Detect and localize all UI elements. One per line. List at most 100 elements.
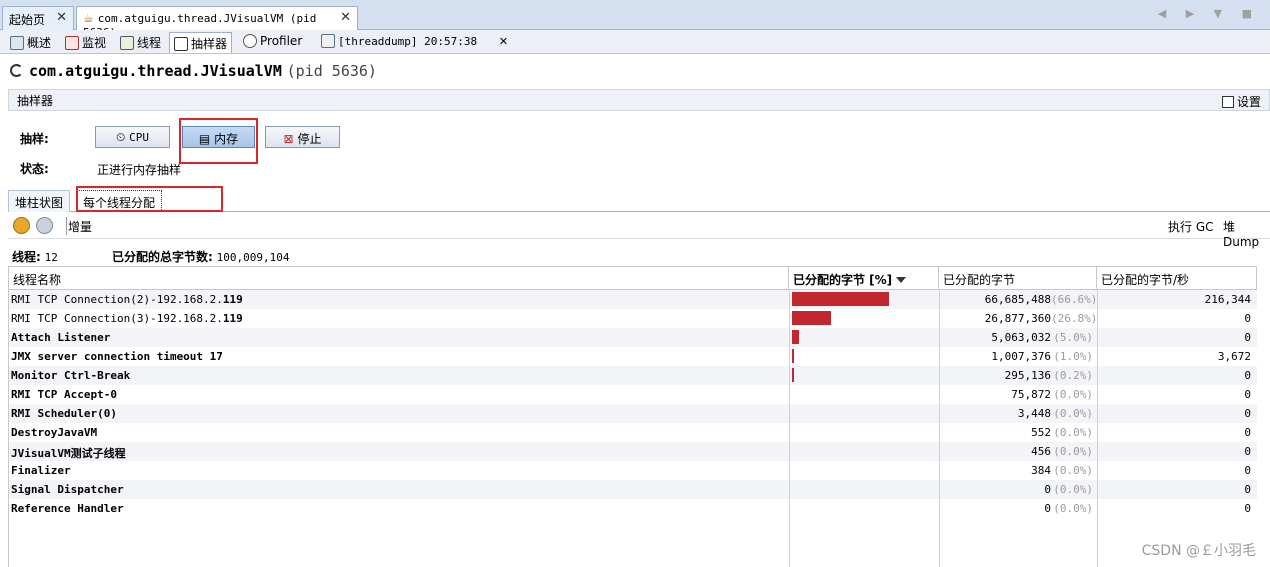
perform-gc-button[interactable]: 执行 GC (1168, 218, 1214, 235)
tab-threads[interactable]: 线程 (116, 32, 165, 53)
page-title: com.atguigu.thread.JVisualVM (pid 5636) (10, 62, 377, 80)
close-icon[interactable]: ✕ (56, 10, 67, 25)
thread-name-bold: JMX server connection timeout 17 (11, 350, 223, 363)
tab-overview[interactable]: 概述 (6, 32, 55, 53)
highlight-box-thread-alloc (76, 186, 223, 212)
allocation-table: 线程名称 已分配的字节 [%] 已分配的字节 已分配的字节/秒 RMI TCP … (8, 266, 1257, 567)
cpu-sample-button[interactable]: ⏲ CPU (95, 126, 170, 148)
table-row[interactable]: Finalizer 384 (0.0%) 0 (9, 461, 1257, 480)
threads-icon (120, 36, 134, 50)
header-label: 已分配的字节/秒 (1101, 273, 1190, 287)
thread-name-bold: 119 (222, 312, 243, 325)
section-label: 抽样器 (17, 94, 54, 108)
table-row[interactable]: Monitor Ctrl-Break 295,136 (0.2%) 0 (9, 366, 1257, 385)
table-body: RMI TCP Connection(2)-192.168.2.119 66,68… (9, 290, 1257, 518)
bytes-cell: 66,685,488(66.6%) (939, 290, 1097, 309)
bytes-value: 0 (1044, 502, 1051, 515)
column-header-bytes[interactable]: 已分配的字节 (939, 267, 1097, 290)
bytes-value: 384 (1031, 464, 1051, 477)
thread-name-bold: JVisualVM测试子线程 (11, 447, 126, 460)
bytes-per-sec-cell: 3,672 (1097, 347, 1255, 366)
bytes-percent: (0.0%) (1053, 426, 1093, 439)
delta-toggle[interactable]: 增量 (68, 218, 92, 235)
pause-icon[interactable] (13, 217, 30, 234)
table-row[interactable]: RMI TCP Connection(2)-192.168.2.119 66,68… (9, 290, 1257, 309)
table-row[interactable]: RMI TCP Accept-0 75,872 (0.0%) 0 (9, 385, 1257, 404)
cpu-button-label: CPU (129, 131, 150, 144)
percent-bar (792, 368, 794, 382)
table-row[interactable]: Attach Listener 5,063,032 (5.0%) 0 (9, 328, 1257, 347)
thread-name-cell: Signal Dispatcher (11, 480, 787, 499)
column-header-bytes-per-sec[interactable]: 已分配的字节/秒 (1097, 267, 1257, 290)
bytes-per-sec-cell: 216,344 (1097, 290, 1255, 309)
tab-sampler[interactable]: 抽样器 (169, 32, 233, 53)
tab-profiler[interactable]: Profiler (239, 32, 306, 53)
thread-name-cell: JMX server connection timeout 17 (11, 347, 787, 366)
thread-name-bold: RMI Scheduler(0) (11, 407, 117, 420)
bytes-cell: 3,448 (0.0%) (939, 404, 1097, 423)
settings-checkbox[interactable] (1221, 96, 1234, 108)
thread-name-cell: RMI TCP Connection(3)-192.168.2.119 (11, 309, 787, 328)
bytes-cell: 295,136 (0.2%) (939, 366, 1097, 385)
table-row[interactable]: Reference Handler 0 (0.0%) 0 (9, 499, 1257, 518)
tab-label: 概述 (27, 36, 52, 50)
table-row[interactable]: Signal Dispatcher 0 (0.0%) 0 (9, 480, 1257, 499)
bytes-percent: (1.0%) (1053, 350, 1093, 363)
table-row[interactable]: DestroyJavaVM 552 (0.0%) 0 (9, 423, 1257, 442)
bytes-cell: 384 (0.0%) (939, 461, 1097, 480)
percent-bar-cell (789, 404, 939, 423)
thread-name-bold: Signal Dispatcher (11, 483, 124, 496)
toolbar-separator (66, 217, 67, 235)
tab-start-page[interactable]: 起始页 ✕ (2, 6, 74, 30)
view-tab-bar: 概述 监视 线程 抽样器 Profiler [threaddump] 20:57… (0, 30, 1270, 54)
close-icon[interactable]: ✕ (499, 35, 508, 48)
tab-monitor[interactable]: 监视 (61, 32, 110, 53)
threaddump-icon (321, 34, 335, 48)
bytes-per-sec-cell: 0 (1097, 480, 1255, 499)
tab-navigation-arrows[interactable]: ◀ ▶ ▼ ■ (1158, 7, 1260, 20)
column-header-thread-name[interactable]: 线程名称 (9, 267, 789, 290)
bytes-value: 3,448 (1017, 407, 1051, 420)
tab-jvisualvm-app[interactable]: ☕com.atguigu.thread.JVisualVM (pid 5636)… (76, 6, 358, 39)
status-value: 正进行内存抽样 (97, 163, 182, 177)
thread-name-cell: RMI Scheduler(0) (11, 404, 787, 423)
column-divider (1097, 290, 1098, 567)
bytes-value: 66,685,488 (984, 293, 1051, 306)
thread-name-cell: DestroyJavaVM (11, 423, 787, 442)
percent-bar-cell (789, 385, 939, 404)
bytes-per-sec-cell: 0 (1097, 442, 1255, 461)
sampler-section-header: 抽样器 设置 (8, 89, 1270, 111)
heap-dump-button[interactable]: 堆 Dump (1223, 218, 1270, 249)
settings-toggle[interactable]: 设置 (1221, 93, 1261, 110)
bytes-percent: (0.0%) (1053, 388, 1093, 401)
table-row[interactable]: RMI Scheduler(0) 3,448 (0.0%) 0 (9, 404, 1257, 423)
tab-threaddump[interactable]: [threaddump] 20:57:38 ✕ (317, 32, 512, 53)
table-row[interactable]: RMI TCP Connection(3)-192.168.2.119 26,87… (9, 309, 1257, 328)
java-icon: ☕ (83, 11, 94, 25)
tab-label: 堆柱状图 (15, 196, 64, 210)
sort-descending-icon (896, 277, 907, 283)
bytes-cell: 1,007,376 (1.0%) (939, 347, 1097, 366)
column-divider (939, 290, 940, 567)
document-tab-bar: 起始页 ✕ ☕ com.atguigu.thread.JVisualVM (pid… (0, 0, 1270, 39)
percent-bar-cell (789, 499, 939, 518)
table-row[interactable]: JMX server connection timeout 17 1,007,37… (9, 347, 1257, 366)
bytes-cell: 0 (0.0%) (939, 480, 1097, 499)
bytes-percent: (0.2%) (1053, 369, 1093, 382)
bytes-value: 456 (1031, 445, 1051, 458)
percent-bar (792, 349, 794, 363)
percent-bar (792, 311, 831, 325)
bytes-cell: 0 (0.0%) (939, 499, 1097, 518)
total-allocated: 已分配的总字节数: 100,009,104 (112, 248, 290, 265)
thread-name-cell: JVisualVM测试子线程 (11, 442, 787, 461)
thread-name-cell: RMI TCP Connection(2)-192.168.2.119 (11, 290, 787, 309)
refresh-icon[interactable] (36, 217, 53, 234)
percent-bar-cell (789, 442, 939, 461)
close-icon[interactable]: ✕ (340, 10, 351, 25)
tab-heap-histogram[interactable]: 堆柱状图 (8, 190, 71, 212)
stop-button[interactable]: ⊠ 停止 (265, 126, 340, 148)
column-header-percent[interactable]: 已分配的字节 [%] (789, 267, 939, 290)
clock-icon: ⏲ (115, 130, 126, 144)
table-row[interactable]: JVisualVM测试子线程 456 (0.0%) 0 (9, 442, 1257, 461)
thread-name-bold: RMI TCP Accept-0 (11, 388, 117, 401)
